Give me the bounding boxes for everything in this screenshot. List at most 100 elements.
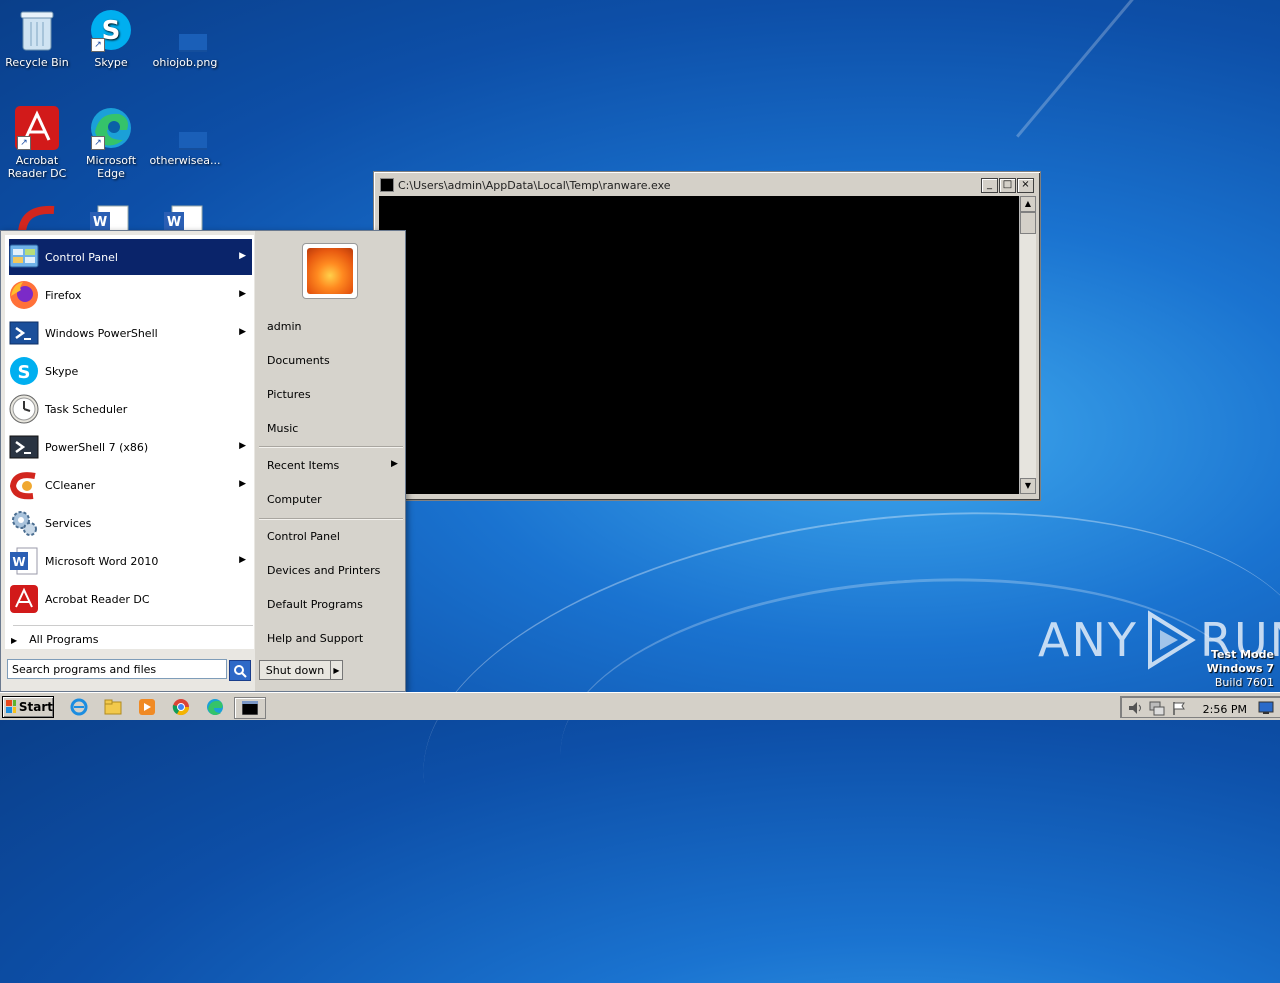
program-label: Windows PowerShell [45, 326, 158, 340]
acrobat-icon: ↗ [15, 106, 59, 150]
all-programs-button[interactable]: ▶ All Programs [11, 633, 98, 646]
triangle-right-icon: ▶ [11, 636, 18, 645]
program-firefox[interactable]: Firefox ▶ [9, 277, 252, 313]
desktop-icon-label: ohiojob.png [152, 56, 218, 69]
build-number: Build 7601 [1214, 676, 1274, 689]
speaker-icon[interactable] [1127, 700, 1143, 716]
explorer-icon[interactable] [102, 697, 124, 717]
flower-avatar-icon [307, 248, 353, 294]
desktop-icon-acrobat[interactable]: ↗ Acrobat Reader DC [0, 106, 74, 180]
program-powershell-7[interactable]: PowerShell 7 (x86) ▶ [9, 429, 252, 465]
windows-logo-icon [6, 700, 16, 713]
control-panel-icon [9, 242, 39, 272]
desktop-icon-label: otherwisea... [149, 154, 221, 167]
wallpaper-beam [1016, 0, 1147, 138]
scroll-thumb[interactable] [1020, 212, 1036, 234]
watermark-text: ANY [1038, 613, 1138, 667]
places-item-devices-printers[interactable]: Devices and Printers [267, 564, 380, 577]
play-logo-icon [1147, 610, 1196, 670]
program-windows-powershell[interactable]: Windows PowerShell ▶ [9, 315, 252, 351]
skype-icon: S [9, 356, 39, 386]
submenu-arrow-icon: ▶ [239, 289, 246, 299]
program-task-scheduler[interactable]: Task Scheduler [9, 391, 252, 427]
program-label: CCleaner [45, 478, 96, 492]
program-ccleaner[interactable]: CCleaner ▶ [9, 467, 252, 503]
desktop-icon-edge[interactable]: ↗ Microsoft Edge [74, 106, 148, 180]
program-control-panel[interactable]: Control Panel ▶ [9, 239, 252, 275]
svg-text:W: W [167, 215, 181, 230]
window-titlebar[interactable]: C:\Users\admin\AppData\Local\Temp\ranwar… [378, 176, 1036, 194]
program-services[interactable]: Services [9, 505, 252, 541]
close-button[interactable]: × [1017, 178, 1034, 193]
program-skype[interactable]: S Skype [9, 353, 252, 389]
system-tray: 2:56 PM [1120, 696, 1280, 718]
desktop-icon-label: Recycle Bin [5, 56, 69, 69]
separator [13, 625, 253, 626]
file-icon [163, 106, 207, 150]
places-item-control-panel[interactable]: Control Panel [267, 530, 340, 543]
test-mode-line: Windows 7 [1206, 662, 1274, 675]
desktop-icon-label: Microsoft Edge [85, 154, 137, 180]
submenu-arrow-icon: ▶ [239, 479, 246, 489]
taskbar-clock[interactable]: 2:56 PM [1203, 703, 1247, 716]
console-taskbar-button[interactable] [234, 697, 266, 719]
edge-icon: ↗ [89, 106, 133, 150]
acrobat-icon [9, 584, 39, 614]
places-item-recent-items[interactable]: Recent Items ▶ [267, 459, 401, 472]
programs-pane: Control Panel ▶ Firefox ▶ Windows PowerS… [5, 235, 254, 649]
program-label: Firefox [45, 288, 82, 302]
console-icon [242, 701, 258, 715]
program-acrobat-reader[interactable]: Acrobat Reader DC [9, 581, 252, 617]
network-icon[interactable] [1149, 700, 1165, 716]
start-menu: Control Panel ▶ Firefox ▶ Windows PowerS… [0, 230, 406, 692]
places-item-computer[interactable]: Computer [267, 493, 322, 506]
console-output[interactable] [379, 196, 1019, 494]
taskbar: Start 2:56 PM [0, 692, 1280, 720]
maximize-button[interactable]: □ [999, 178, 1016, 193]
program-microsoft-word[interactable]: W Microsoft Word 2010 ▶ [9, 543, 252, 579]
powershell-icon [9, 318, 39, 348]
places-item-help-support[interactable]: Help and Support [267, 632, 363, 645]
edge-icon[interactable] [204, 697, 226, 717]
places-item-music[interactable]: Music [267, 422, 298, 435]
separator [259, 518, 403, 520]
shutdown-options-arrow-icon[interactable]: ▶ [331, 660, 343, 680]
places-item-documents[interactable]: Documents [267, 354, 330, 367]
scroll-down-arrow-icon[interactable]: ▼ [1020, 478, 1036, 494]
desktop-icon-skype[interactable]: S ↗ Skype [74, 8, 148, 69]
desktop-icon-recycle-bin[interactable]: Recycle Bin [0, 8, 74, 69]
show-desktop-icon[interactable] [1258, 701, 1274, 715]
submenu-arrow-icon: ▶ [239, 555, 246, 565]
window-title: C:\Users\admin\AppData\Local\Temp\ranwar… [398, 178, 671, 192]
submenu-arrow-icon: ▶ [239, 327, 246, 337]
chrome-icon[interactable] [170, 697, 192, 717]
minimize-button[interactable]: _ [981, 178, 998, 193]
scroll-up-arrow-icon[interactable]: ▲ [1020, 196, 1036, 212]
console-window[interactable]: C:\Users\admin\AppData\Local\Temp\ranwar… [373, 171, 1041, 501]
vertical-scrollbar[interactable]: ▲ ▼ [1019, 196, 1036, 494]
media-player-icon[interactable] [136, 697, 158, 717]
gears-icon [9, 508, 39, 538]
start-button[interactable]: Start [2, 696, 54, 718]
search-input[interactable]: Search programs and files [7, 659, 227, 679]
ie-icon[interactable] [68, 697, 90, 717]
console-icon [380, 178, 394, 192]
user-picture[interactable] [302, 243, 358, 299]
skype-icon: S ↗ [89, 8, 133, 52]
svg-text:W: W [93, 215, 107, 230]
shutdown-button[interactable]: Shut down [259, 660, 331, 680]
submenu-arrow-icon: ▶ [391, 459, 398, 469]
action-center-flag-icon[interactable] [1171, 700, 1187, 716]
image-file-icon [163, 8, 207, 52]
places-item-default-programs[interactable]: Default Programs [267, 598, 363, 611]
places-item-admin[interactable]: admin [267, 320, 301, 333]
svg-text:S: S [18, 362, 31, 383]
places-item-pictures[interactable]: Pictures [267, 388, 311, 401]
desktop-icon-otherwisea[interactable]: otherwisea... [148, 106, 222, 167]
clock-icon [9, 394, 39, 424]
shortcut-arrow-icon: ↗ [91, 136, 105, 150]
desktop-icon-ohiojob[interactable]: ohiojob.png [148, 8, 222, 69]
program-label: PowerShell 7 (x86) [45, 440, 149, 454]
search-icon[interactable] [229, 660, 251, 681]
test-mode-notice: Test Mode Windows 7 Build 7601 [1207, 648, 1274, 690]
